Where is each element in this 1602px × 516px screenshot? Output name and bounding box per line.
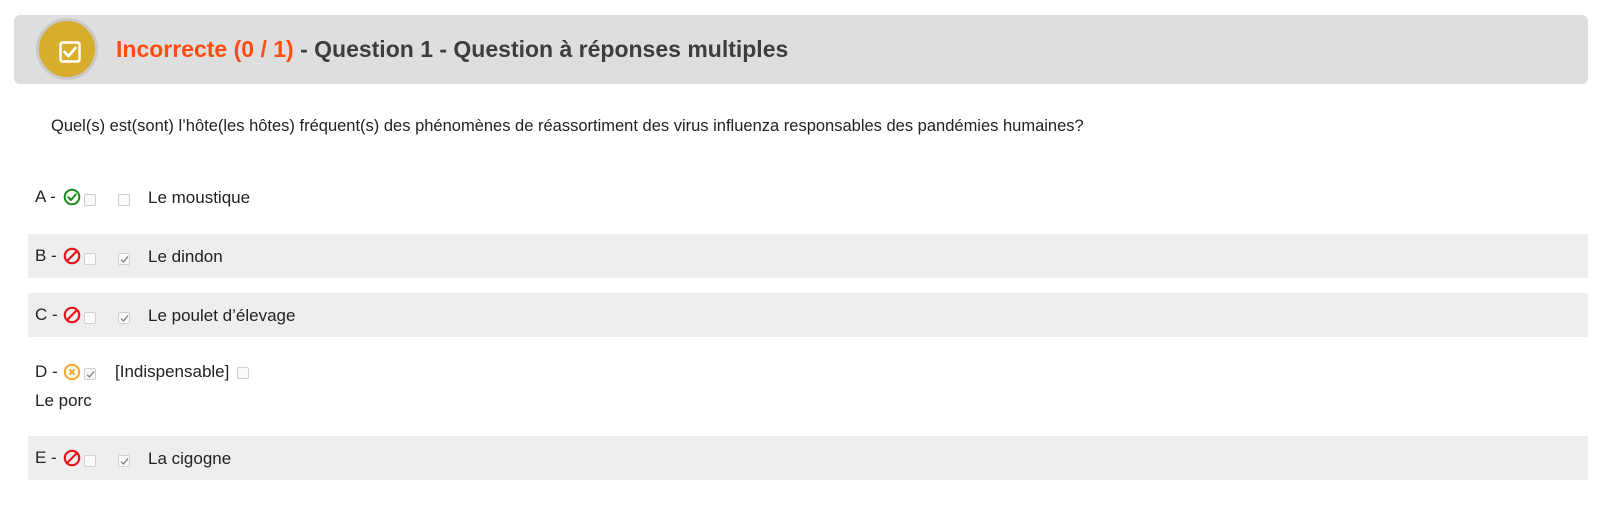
- expected-checkbox: [84, 312, 96, 324]
- option-letter: C -: [35, 305, 58, 324]
- answer-checkbox[interactable]: [118, 253, 130, 265]
- option-row-d: D - [Indispensable] Le porc: [28, 352, 1588, 422]
- option-row-b: B - Le dindon: [28, 234, 1588, 278]
- option-label: Le porc: [35, 391, 92, 410]
- option-letter: E -: [35, 448, 57, 467]
- expected-checkbox: [84, 368, 96, 380]
- question-heading: - Question 1 - Question à réponses multi…: [293, 36, 789, 62]
- question-type-badge: [36, 18, 98, 80]
- option-label: Le moustique: [148, 188, 251, 207]
- answer-checkbox[interactable]: [237, 367, 249, 379]
- checkmark-icon: [120, 458, 129, 466]
- x-circle-icon: [63, 363, 81, 381]
- option-row-a: A - Le moustique: [28, 175, 1588, 219]
- option-letter: D -: [35, 362, 58, 381]
- question-text: Quel(s) est(sont) l’hôte(les hôtes) fréq…: [51, 117, 1084, 135]
- forbidden-icon: [63, 306, 81, 324]
- expected-checkbox: [84, 194, 96, 206]
- expected-checkbox: [84, 455, 96, 467]
- option-letter: B -: [35, 246, 57, 265]
- required-tag: [Indispensable]: [115, 362, 230, 381]
- option-row-c: C - Le poulet d’élevage: [28, 293, 1588, 337]
- question-header: Incorrecte (0 / 1) - Question 1 - Questi…: [14, 15, 1588, 84]
- checkmark-icon: [120, 315, 129, 323]
- answer-checkbox[interactable]: [118, 194, 130, 206]
- forbidden-icon: [63, 247, 81, 265]
- checkmark-icon: [86, 371, 95, 379]
- check-circle-icon: [63, 188, 81, 206]
- question-title: Incorrecte (0 / 1) - Question 1 - Questi…: [116, 35, 788, 63]
- expected-checkbox: [84, 253, 96, 265]
- answer-checkbox[interactable]: [118, 312, 130, 324]
- option-label: Le dindon: [148, 247, 223, 266]
- option-letter: A -: [35, 187, 56, 206]
- answer-checkbox[interactable]: [118, 455, 130, 467]
- option-label: Le poulet d’élevage: [148, 306, 296, 325]
- option-row-e: E - La cigogne: [28, 436, 1588, 480]
- result-status: Incorrecte (0 / 1): [116, 36, 294, 62]
- checkbox-checked-icon: [59, 41, 81, 63]
- checkmark-icon: [120, 256, 129, 264]
- option-label: La cigogne: [148, 449, 232, 468]
- forbidden-icon: [63, 449, 81, 467]
